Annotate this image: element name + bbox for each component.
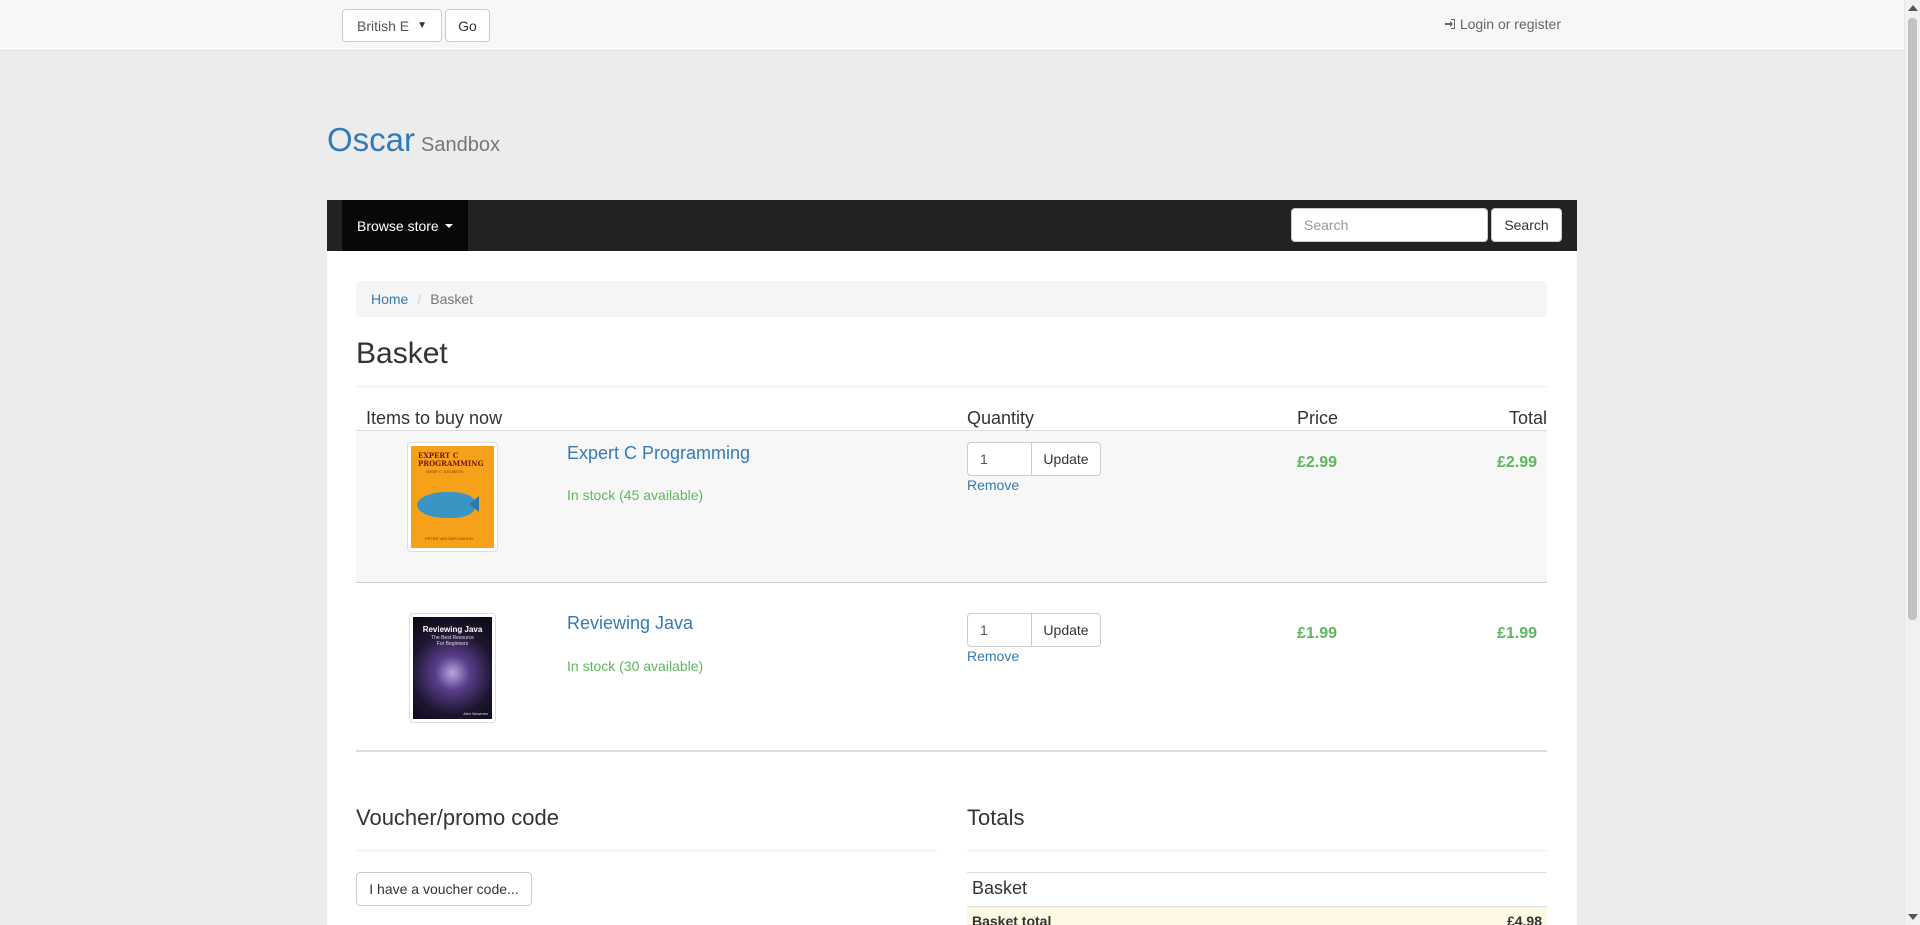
page-title: Basket <box>356 337 448 370</box>
totals-basket-heading: Basket <box>972 878 1028 898</box>
basket-total-row: Basket total £4.98 <box>967 906 1547 925</box>
quantity-column-header: Quantity <box>967 408 1035 428</box>
cover-fish-illustration <box>417 492 475 518</box>
voucher-section-title: Voucher/promo code <box>356 805 560 830</box>
update-button[interactable]: Update <box>1031 442 1101 476</box>
cover-subtitle: DEEP C SECRETS <box>426 469 464 474</box>
top-bar: British E ▼ Go Login or register <box>0 0 1904 51</box>
remove-link[interactable]: Remove <box>967 648 1019 664</box>
product-thumbnail[interactable]: Reviewing Java The Best Resource For Beg… <box>409 613 496 723</box>
search-button[interactable]: Search <box>1491 208 1562 242</box>
scroll-down-arrow-icon[interactable] <box>1908 914 1918 920</box>
price-column-header: Price <box>1297 408 1339 428</box>
voucher-divider <box>356 850 937 851</box>
scroll-up-arrow-icon[interactable] <box>1908 5 1918 11</box>
cover-subtitle: For Beginners <box>436 641 469 647</box>
search-input[interactable]: Search <box>1291 208 1488 242</box>
quantity-input[interactable]: 1 <box>967 442 1032 476</box>
go-button[interactable]: Go <box>445 9 490 42</box>
chevron-down-icon: ▼ <box>417 20 427 31</box>
basket-total-value: £4.98 <box>1506 913 1542 925</box>
brand-subtitle: Sandbox <box>421 134 500 156</box>
basket-line: Reviewing Java The Best Resource For Beg… <box>356 584 1547 752</box>
breadcrumb-home-link[interactable]: Home <box>371 291 408 307</box>
totals-table-border <box>967 872 1547 873</box>
breadcrumb-current: Basket <box>430 291 474 307</box>
unit-price: £2.99 <box>1297 454 1338 471</box>
remove-link[interactable]: Remove <box>967 477 1019 493</box>
quantity-input[interactable]: 1 <box>967 613 1032 647</box>
language-select[interactable]: British E ▼ <box>342 9 442 42</box>
language-select-value: British E <box>357 17 410 34</box>
brand-logo-link[interactable]: Oscar <box>327 121 415 159</box>
cover-title-line: PROGRAMMING <box>418 459 484 468</box>
login-register-link[interactable]: Login or register <box>1444 16 1561 32</box>
availability-status: In stock (45 available) <box>567 487 704 503</box>
basket-line: EXPERT C PROGRAMMING DEEP C SECRETS PETE… <box>356 431 1547 583</box>
cover-title: Reviewing Java <box>422 625 483 634</box>
unit-price: £1.99 <box>1297 625 1338 642</box>
update-button[interactable]: Update <box>1031 613 1101 647</box>
sign-in-icon <box>1444 19 1455 29</box>
main-content: Home / Basket Basket Items to buy now Qu… <box>327 251 1577 925</box>
items-column-header: Items to buy now <box>366 408 503 428</box>
browse-store-dropdown[interactable]: Browse store <box>342 200 468 251</box>
voucher-code-button[interactable]: I have a voucher code... <box>356 872 532 906</box>
cover-fish-tail <box>469 496 479 512</box>
product-title-link[interactable]: Expert C Programming <box>567 443 750 464</box>
cover-author: Alex Newman <box>463 711 488 716</box>
title-divider <box>356 386 1547 387</box>
vertical-scrollbar[interactable] <box>1904 0 1920 925</box>
login-register-label: Login or register <box>1459 16 1561 32</box>
basket-total-label: Basket total <box>972 913 1052 925</box>
caret-down-icon <box>444 223 453 228</box>
product-title-link[interactable]: Reviewing Java <box>567 613 693 634</box>
line-total: £1.99 <box>1496 625 1537 642</box>
browse-store-label: Browse store <box>357 217 439 234</box>
cover-author: PETER VAN DER LINDEN <box>425 536 473 541</box>
book-cover-image: Reviewing Java The Best Resource For Beg… <box>413 617 492 719</box>
book-cover-image: EXPERT C PROGRAMMING DEEP C SECRETS PETE… <box>411 446 494 548</box>
total-column-header: Total <box>1508 408 1547 428</box>
main-navbar: Browse store Search Search <box>327 200 1577 251</box>
line-total: £2.99 <box>1496 454 1537 471</box>
totals-divider <box>967 850 1547 851</box>
site-brand: Oscar Sandbox <box>327 121 500 159</box>
breadcrumb: Home / Basket <box>356 281 1547 317</box>
totals-section-title: Totals <box>967 805 1025 830</box>
scrollbar-thumb[interactable] <box>1908 18 1917 620</box>
product-thumbnail[interactable]: EXPERT C PROGRAMMING DEEP C SECRETS PETE… <box>407 442 498 552</box>
availability-status: In stock (30 available) <box>567 658 704 674</box>
breadcrumb-separator: / <box>417 291 422 307</box>
